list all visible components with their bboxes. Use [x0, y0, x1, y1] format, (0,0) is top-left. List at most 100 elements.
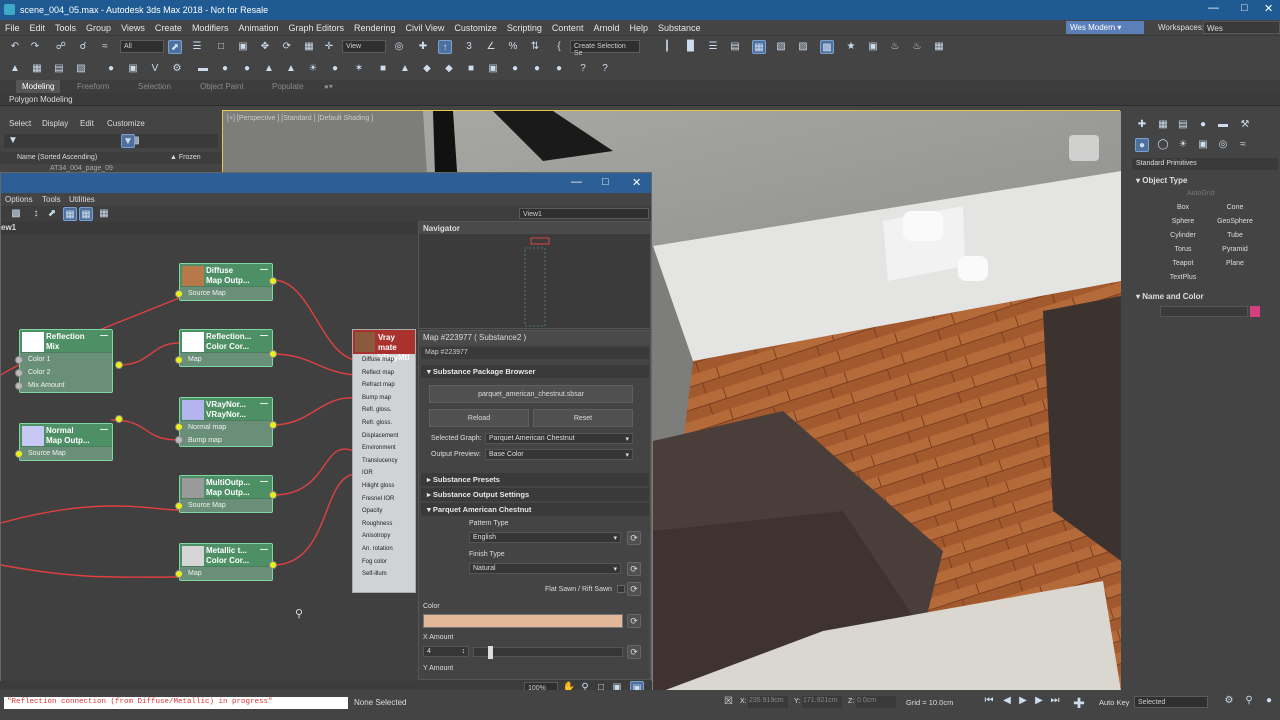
collapse-icon[interactable]: — — [260, 545, 268, 554]
x-amount-slider[interactable] — [473, 646, 623, 659]
collapse-icon[interactable]: — — [100, 331, 108, 340]
vray-slot[interactable]: Self-illum — [353, 568, 415, 581]
package-file-button[interactable]: parquet_american_chestnut.sbsar — [429, 385, 633, 403]
primitive-type-dropdown[interactable]: Standard Primitives — [1132, 158, 1278, 170]
camera-icon[interactable]: ▣ — [126, 62, 140, 76]
x-amount-spinner[interactable]: 4 ↕ — [423, 646, 469, 657]
help-icon[interactable]: ? — [598, 62, 612, 76]
selection-filter-dropdown[interactable]: All — [120, 40, 164, 53]
color-swatch[interactable] — [423, 614, 623, 628]
menu-substance[interactable]: Substance — [653, 20, 706, 33]
proxy-icon[interactable]: ■ — [376, 62, 390, 76]
socket[interactable] — [115, 361, 123, 369]
keyboard-shortcut-icon[interactable]: ↑ — [438, 40, 452, 54]
reload-button[interactable]: Reload — [429, 409, 529, 427]
menu-views[interactable]: Views — [116, 20, 150, 33]
ies-icon[interactable]: ▲ — [262, 62, 276, 76]
lights-icon[interactable]: ☀ — [1176, 138, 1190, 152]
move-icon[interactable]: ✥ — [258, 40, 272, 54]
column-name-header[interactable]: Name (Sorted Ascending) — [17, 154, 97, 161]
socket[interactable] — [15, 356, 23, 364]
link-icon[interactable]: ☍ — [54, 40, 68, 54]
node-diffuse-map-output[interactable]: Diffuse Map Outp... — Source Map — [179, 263, 273, 301]
auto-key-button[interactable]: Auto Key — [1099, 698, 1129, 707]
plane-button[interactable]: Plane — [1212, 258, 1258, 270]
curve-editor-icon[interactable]: ▧ — [774, 40, 788, 54]
motion-tab-icon[interactable]: ● — [1196, 118, 1210, 132]
socket[interactable] — [175, 570, 183, 578]
sme-maximize-icon[interactable]: □ — [602, 176, 609, 188]
sphere-fade-icon[interactable]: ■ — [464, 62, 478, 76]
object-color-swatch[interactable] — [1250, 306, 1260, 317]
info-icon[interactable]: ? — [576, 62, 590, 76]
rollout-substance-output-settings[interactable]: ▸ Substance Output Settings — [421, 488, 649, 501]
menu-help[interactable]: Help — [624, 20, 653, 33]
decal-icon[interactable]: ▣ — [486, 62, 500, 76]
image-icon[interactable]: ▦ — [30, 62, 44, 76]
slot-color-2[interactable]: Color 2 — [20, 366, 112, 379]
percent-snap-icon[interactable]: % — [506, 40, 520, 54]
object-name-field[interactable] — [1160, 306, 1248, 317]
play-icon[interactable]: ▶ — [1016, 694, 1030, 708]
cameras-icon[interactable]: ▣ — [1196, 138, 1210, 152]
user-account-dropdown[interactable]: Wes Modern ▾ — [1066, 21, 1144, 34]
vray-slot[interactable]: Displacement — [353, 430, 415, 443]
collapse-icon[interactable]: — — [100, 425, 108, 434]
scene-menu-display[interactable]: Display — [42, 119, 68, 128]
table-icon[interactable]: ▧ — [74, 62, 88, 76]
output-preview-dropdown[interactable]: Base Color ▾ — [485, 449, 633, 460]
go-to-start-icon[interactable]: ⏮ — [982, 694, 996, 708]
toggle-ribbon-icon[interactable]: ▦ — [752, 40, 766, 54]
rotate-icon[interactable]: ⟳ — [280, 40, 294, 54]
socket[interactable] — [269, 491, 277, 499]
slot-mix-amount[interactable]: Mix Amount — [20, 379, 112, 392]
time-config-icon[interactable]: ⚙ — [1222, 694, 1236, 708]
vray-slot[interactable]: Refract map — [353, 379, 415, 392]
vray-slot[interactable]: IOR — [353, 467, 415, 480]
align-icon[interactable]: ▉ — [684, 40, 698, 54]
named-selection-dropdown[interactable]: Create Selection Se — [570, 40, 640, 57]
menu-edit[interactable]: Edit — [25, 20, 51, 33]
undo-icon[interactable]: ↶ — [8, 40, 22, 54]
node-reflection-color-correction[interactable]: Reflection... Color Cor... — Map — [179, 329, 273, 367]
slider-handle[interactable] — [488, 646, 493, 659]
sun-icon[interactable]: ☀ — [306, 62, 320, 76]
menu-file[interactable]: File — [0, 20, 25, 33]
tab-populate[interactable]: Populate — [272, 82, 304, 91]
vray-slot[interactable]: Fog color — [353, 556, 415, 569]
geosphere-button[interactable]: GeoSphere — [1212, 216, 1258, 228]
menu-group[interactable]: Group — [81, 20, 116, 33]
rect-selection-icon[interactable]: □ — [214, 40, 228, 54]
modify-tab-icon[interactable]: ▦ — [1156, 118, 1170, 132]
spot-icon[interactable]: ▲ — [284, 62, 298, 76]
node-vraynormalmap[interactable]: VRayNor... VRayNor... — Normal map Bump ma… — [179, 397, 273, 447]
select-by-name-icon[interactable]: ☰ — [190, 40, 204, 54]
ambient-icon[interactable]: ● — [328, 62, 342, 76]
socket[interactable] — [15, 450, 23, 458]
scene-menu-customize[interactable]: Customize — [107, 119, 145, 128]
socket[interactable] — [175, 502, 183, 510]
vray-slot[interactable]: Hilight gloss — [353, 480, 415, 493]
filter-active-icon[interactable]: ▼ — [121, 134, 135, 148]
sme-view-dropdown[interactable]: View1 — [519, 208, 649, 219]
socket[interactable] — [175, 290, 183, 298]
window-crossing-icon[interactable]: ▣ — [236, 40, 250, 54]
menu-create[interactable]: Create — [150, 20, 187, 33]
tab-freeform[interactable]: Freeform — [77, 82, 109, 91]
vray-slot[interactable]: Diffuse map — [353, 354, 415, 367]
slot-color-1[interactable]: Color 1 — [20, 353, 112, 366]
select-object-icon[interactable]: ⬈ — [168, 40, 182, 54]
node-metallic-color-correction[interactable]: Metallic t... Color Cor... — Map — [179, 543, 273, 581]
render-production-icon[interactable]: ♨ — [888, 40, 902, 54]
previous-frame-icon[interactable]: ◀ — [1000, 694, 1014, 708]
pyramid-button[interactable]: Pyramid — [1212, 244, 1258, 256]
color-reset-icon[interactable]: ⟳ — [627, 614, 641, 628]
sme-pick-icon[interactable]: ↕ — [29, 207, 43, 221]
name-and-color-rollout[interactable]: ▾ Name and Color — [1132, 290, 1278, 302]
tab-modeling[interactable]: Modeling — [16, 80, 61, 93]
sme-select-icon[interactable]: ▩ — [9, 207, 23, 221]
filter-icon[interactable]: ▼ — [6, 134, 20, 148]
vray-slot[interactable]: Translucency — [353, 455, 415, 468]
node-vray-material[interactable]: Vray mate VRayMtl Diffuse map Reflect map… — [352, 329, 416, 593]
sme-hide-icon[interactable]: ▦ — [97, 207, 111, 221]
